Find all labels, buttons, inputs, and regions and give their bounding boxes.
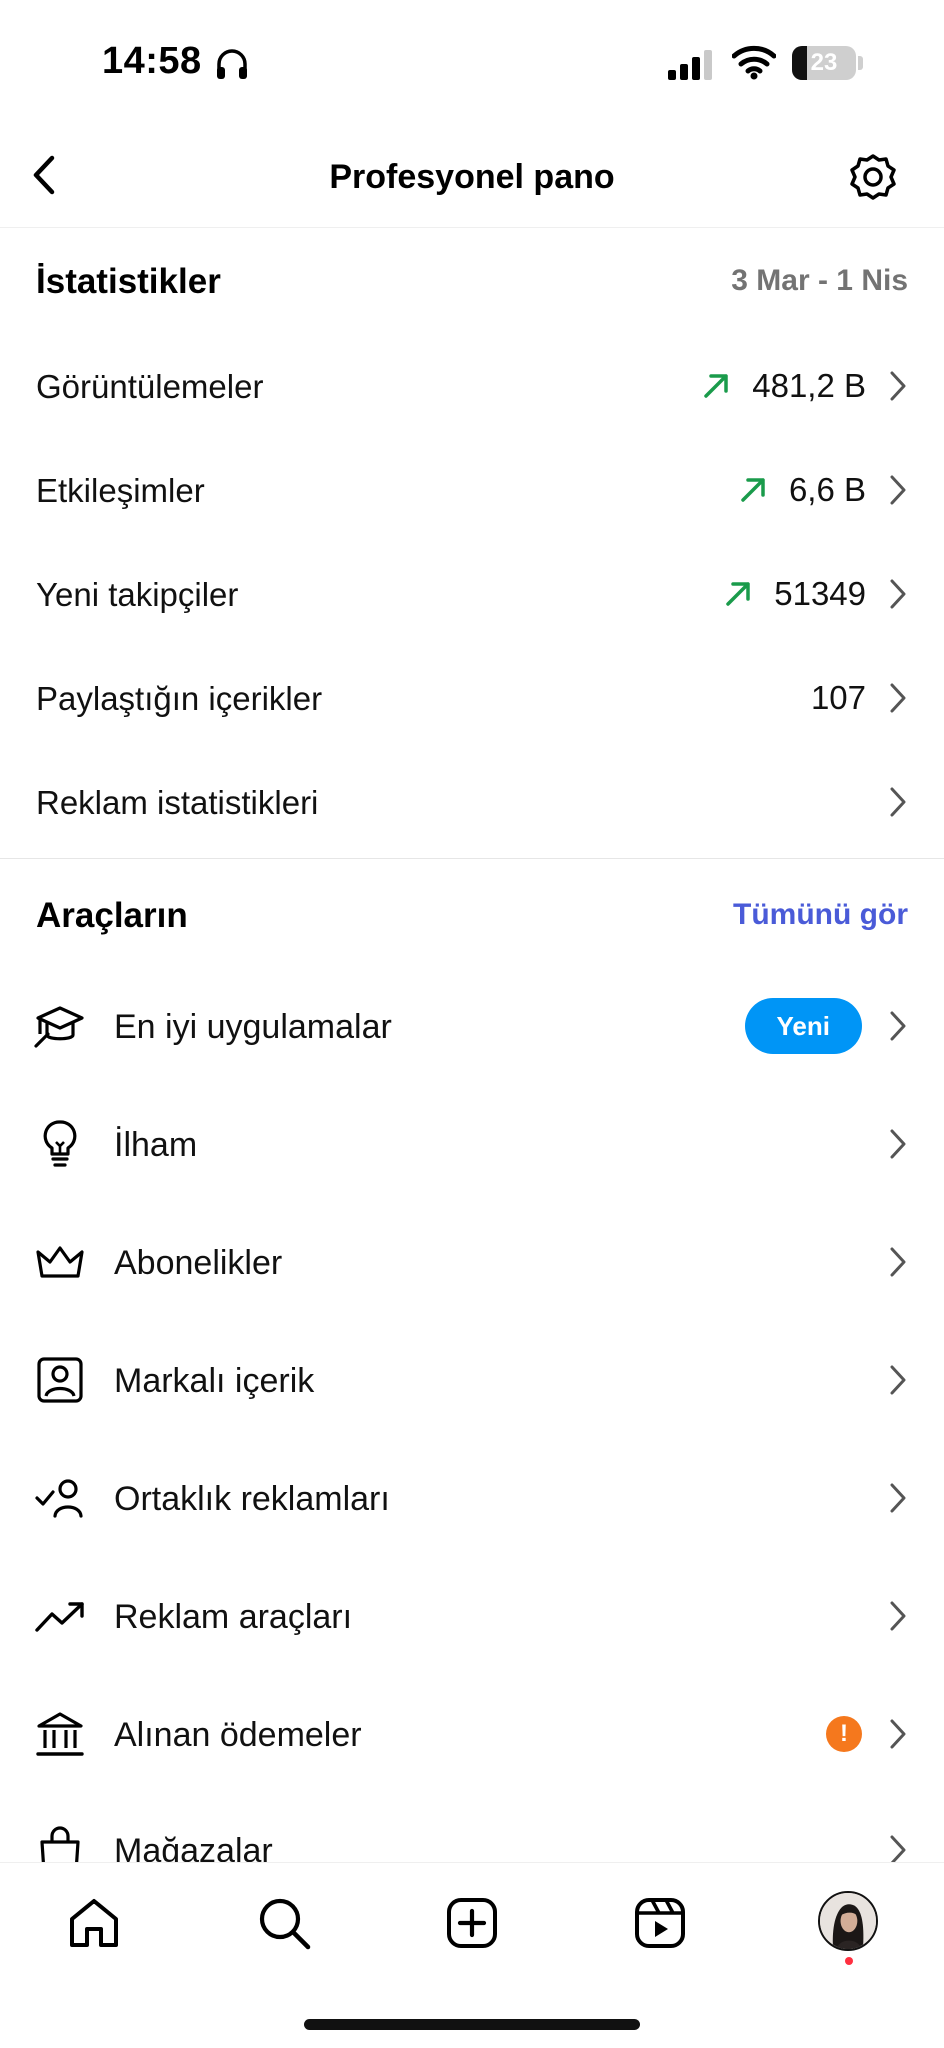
avatar-image bbox=[820, 1893, 876, 1949]
branded-content-icon bbox=[37, 1357, 83, 1403]
tool-label: En iyi uygulamalar bbox=[114, 1008, 392, 1046]
chevron-right-icon bbox=[890, 1011, 906, 1041]
stat-label: Reklam istatistikleri bbox=[36, 784, 319, 821]
chevron-right-icon bbox=[890, 1247, 906, 1277]
gear-icon[interactable] bbox=[848, 152, 898, 202]
header: Profesyonel pano bbox=[0, 120, 944, 228]
trending-up-icon bbox=[35, 1602, 84, 1632]
stats-header: İstatistikler 3 Mar - 1 Nis bbox=[0, 252, 944, 312]
stat-value: 6,6 B bbox=[788, 471, 866, 508]
section-divider bbox=[0, 858, 944, 859]
tool-label: İlham bbox=[114, 1126, 198, 1164]
tool-row-best-practices[interactable]: En iyi uygulamalar Yeni bbox=[0, 966, 944, 1084]
home-icon[interactable] bbox=[64, 1893, 124, 1953]
tool-row-partnership-ads[interactable]: Ortaklık reklamları bbox=[0, 1438, 944, 1556]
chevron-right-icon bbox=[890, 1365, 906, 1395]
tool-label: Ortaklık reklamları bbox=[114, 1480, 390, 1518]
stat-row-views[interactable]: Görüntülemeler 481,2 B bbox=[0, 334, 944, 438]
stat-value: 107 bbox=[810, 679, 866, 716]
chevron-right-icon bbox=[890, 371, 906, 401]
chevron-right-icon bbox=[890, 475, 906, 505]
chevron-right-icon bbox=[890, 1129, 906, 1159]
page-title: Profesyonel pano bbox=[329, 158, 615, 196]
partnership-icon bbox=[35, 1479, 83, 1518]
tool-row-inspiration[interactable]: İlham bbox=[0, 1084, 944, 1202]
tool-row-ad-tools[interactable]: Reklam araçları bbox=[0, 1556, 944, 1674]
stat-label: Etkileşimler bbox=[36, 472, 205, 509]
chevron-right-icon bbox=[890, 1483, 906, 1513]
home-indicator bbox=[304, 2019, 640, 2030]
stat-label: Paylaştığın içerikler bbox=[36, 680, 323, 717]
chevron-right-icon bbox=[890, 787, 906, 817]
new-badge: Yeni bbox=[744, 998, 862, 1054]
stats-title: İstatistikler bbox=[36, 262, 221, 301]
stat-value: 481,2 B bbox=[752, 367, 866, 404]
cellular-signal-icon bbox=[668, 50, 712, 80]
tool-row-payouts[interactable]: Alınan ödemeler ! bbox=[0, 1674, 944, 1792]
trend-up-arrow-icon bbox=[726, 582, 750, 606]
date-range[interactable]: 3 Mar - 1 Nis bbox=[731, 264, 908, 298]
trend-up-arrow-icon bbox=[741, 478, 765, 502]
crown-icon bbox=[36, 1246, 84, 1278]
reels-icon[interactable] bbox=[630, 1893, 690, 1953]
tools-header: Araçların Tümünü gör bbox=[0, 886, 944, 946]
notification-dot bbox=[845, 1957, 853, 1965]
stat-value: 51349 bbox=[774, 575, 866, 612]
stat-label: Görüntülemeler bbox=[36, 368, 264, 405]
trend-up-arrow-icon bbox=[704, 374, 728, 398]
tool-row-branded-content[interactable]: Markalı içerik bbox=[0, 1320, 944, 1438]
search-icon[interactable] bbox=[254, 1893, 314, 1953]
bank-icon bbox=[36, 1712, 84, 1756]
headphones-icon bbox=[217, 49, 247, 79]
bottom-nav bbox=[0, 1862, 944, 2048]
stat-row-interactions[interactable]: Etkileşimler 6,6 B bbox=[0, 438, 944, 542]
tool-row-subscriptions[interactable]: Abonelikler bbox=[0, 1202, 944, 1320]
status-time: 14:58 bbox=[102, 40, 202, 82]
tools-title: Araçların bbox=[36, 896, 188, 935]
profile-avatar[interactable] bbox=[818, 1891, 878, 1951]
see-all-link[interactable]: Tümünü gör bbox=[733, 898, 908, 932]
battery-indicator: 23 bbox=[792, 46, 856, 80]
wifi-icon bbox=[732, 45, 776, 80]
graduation-cap-icon bbox=[34, 1006, 84, 1048]
tool-label: Reklam araçları bbox=[114, 1598, 353, 1636]
tool-label: Markalı içerik bbox=[114, 1362, 315, 1400]
chevron-right-icon bbox=[890, 1719, 906, 1749]
chevron-right-icon bbox=[890, 683, 906, 713]
stat-row-ad-stats[interactable]: Reklam istatistikleri bbox=[0, 750, 944, 854]
lightbulb-icon bbox=[43, 1120, 77, 1167]
battery-level: 23 bbox=[810, 49, 838, 76]
battery-cap bbox=[858, 56, 863, 70]
alert-badge: ! bbox=[826, 1716, 862, 1752]
tool-label: Alınan ödemeler bbox=[114, 1716, 362, 1754]
chevron-right-icon bbox=[890, 579, 906, 609]
chevron-right-icon bbox=[890, 1601, 906, 1631]
stat-row-new-followers[interactable]: Yeni takipçiler 51349 bbox=[0, 542, 944, 646]
create-icon[interactable] bbox=[442, 1893, 502, 1953]
stat-row-shared-content[interactable]: Paylaştığın içerikler 107 bbox=[0, 646, 944, 750]
tool-label: Abonelikler bbox=[114, 1244, 283, 1282]
status-bar: 14:58 23 bbox=[0, 0, 944, 120]
stat-label: Yeni takipçiler bbox=[36, 576, 239, 613]
